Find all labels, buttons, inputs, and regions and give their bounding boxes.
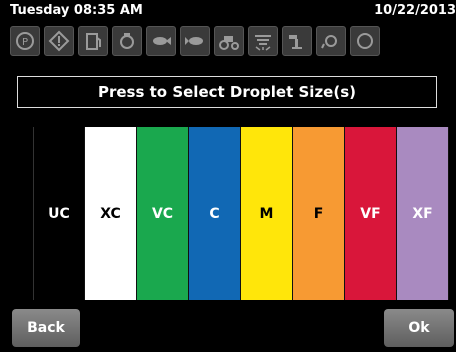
fish-icon [146, 26, 176, 56]
droplet-size-m[interactable]: M [241, 127, 293, 300]
droplet-size-uc[interactable]: UC [33, 127, 85, 300]
status-bar: Tuesday 08:35 AM 10/22/2013 [0, 0, 456, 20]
fish-icon-2 [180, 26, 210, 56]
droplet-size-selector: UC XC VC C M F VF XF [33, 127, 449, 300]
parking-brake-icon: P [10, 26, 40, 56]
engine-icon [112, 26, 142, 56]
camera-icon [316, 26, 346, 56]
ok-button[interactable]: Ok [384, 309, 454, 347]
nozzle-icon [282, 26, 312, 56]
prompt-banner: Press to Select Droplet Size(s) [17, 76, 437, 108]
circle-icon [350, 26, 380, 56]
droplet-size-vc[interactable]: VC [137, 127, 189, 300]
date-label: 10/22/2013 [374, 3, 456, 18]
fuel-icon [78, 26, 108, 56]
sprayer-icon [248, 26, 278, 56]
warning-icon [44, 26, 74, 56]
droplet-size-c[interactable]: C [189, 127, 241, 300]
droplet-size-xf[interactable]: XF [397, 127, 449, 300]
droplet-size-f[interactable]: F [293, 127, 345, 300]
day-time-label: Tuesday 08:35 AM [10, 3, 143, 18]
droplet-size-vf[interactable]: VF [345, 127, 397, 300]
droplet-size-xc[interactable]: XC [85, 127, 137, 300]
svg-text:P: P [22, 37, 28, 48]
back-button[interactable]: Back [12, 309, 80, 347]
tractor-icon [214, 26, 244, 56]
icon-toolbar: P [0, 20, 456, 62]
